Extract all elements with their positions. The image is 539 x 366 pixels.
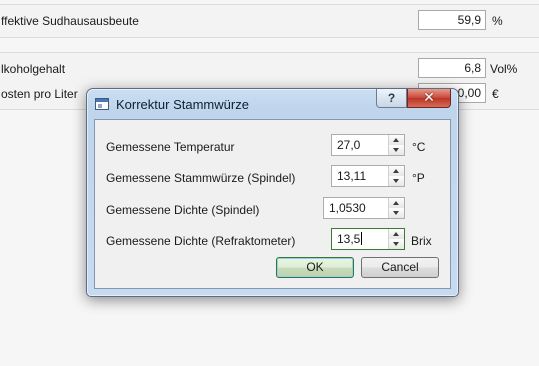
alkoholgehalt-unit: Vol% — [490, 62, 518, 76]
kosten-label: osten pro Liter — [1, 87, 78, 101]
dialog-title: Korrektur Stammwürze — [116, 97, 249, 112]
dialog-titlebar[interactable]: Korrektur Stammwürze ? ✕ — [87, 89, 458, 119]
cancel-button[interactable]: Cancel — [361, 257, 439, 278]
sudhausausbeute-label: ffektive Sudhausausbeute — [1, 14, 139, 28]
dichte-refraktometer-value: 13,5 — [337, 232, 363, 246]
close-button[interactable]: ✕ — [407, 89, 451, 108]
stammwuerze-unit: °P — [412, 171, 425, 185]
sudhausausbeute-row: ffektive Sudhausausbeute 59,9 % — [0, 9, 539, 33]
sudhausausbeute-unit: % — [492, 14, 503, 28]
stammwuerze-spinbox[interactable]: 13,11 — [331, 165, 405, 187]
dichte-refraktometer-label: Gemessene Dichte (Refraktometer) — [106, 234, 296, 248]
dichte-spindel-value: 1,0530 — [329, 201, 366, 215]
temperatur-value: 27,0 — [337, 138, 361, 152]
dichte-spindel-spin-buttons — [388, 198, 404, 218]
alkoholgehalt-row: lkoholgehalt 6,8 Vol% — [0, 57, 539, 81]
window-icon — [95, 98, 109, 110]
alkoholgehalt-label: lkoholgehalt — [1, 62, 66, 76]
temperatur-spinbox[interactable]: 27,0 — [331, 134, 405, 156]
ok-button[interactable]: OK — [276, 257, 354, 278]
results-panel-top: ffektive Sudhausausbeute 59,9 % — [0, 4, 539, 38]
dichte-spindel-spinbox[interactable]: 1,0530 — [323, 197, 405, 219]
alkoholgehalt-field[interactable]: 6,8 — [418, 58, 486, 78]
spin-down-icon[interactable] — [389, 176, 404, 186]
dichte-refraktometer-unit: Brix — [411, 234, 432, 248]
temperatur-label: Gemessene Temperatur — [106, 140, 235, 154]
spin-down-icon[interactable] — [389, 239, 404, 249]
temperatur-unit: °C — [412, 140, 426, 154]
spin-down-icon[interactable] — [389, 145, 404, 155]
help-button[interactable]: ? — [376, 89, 407, 108]
stammwuerze-value: 13,11 — [337, 169, 367, 183]
kosten-unit: € — [492, 87, 499, 101]
spin-down-icon[interactable] — [389, 208, 404, 218]
stammwuerze-label: Gemessene Stammwürze (Spindel) — [106, 171, 296, 185]
dichte-spindel-label: Gemessene Dichte (Spindel) — [106, 203, 260, 217]
text-caret — [361, 232, 363, 245]
sudhausausbeute-field[interactable]: 59,9 — [418, 10, 486, 30]
temperatur-spin-buttons — [388, 135, 404, 155]
dichte-refraktometer-spin-buttons — [388, 229, 404, 249]
dialog-body: Gemessene Temperatur 27,0 °C Gemessene S… — [94, 119, 451, 289]
korrektur-stammwuerze-dialog: Korrektur Stammwürze ? ✕ Gemessene Tempe… — [86, 88, 459, 297]
dichte-refraktometer-spinbox[interactable]: 13,5 — [331, 228, 405, 250]
stammwuerze-spin-buttons — [388, 166, 404, 186]
